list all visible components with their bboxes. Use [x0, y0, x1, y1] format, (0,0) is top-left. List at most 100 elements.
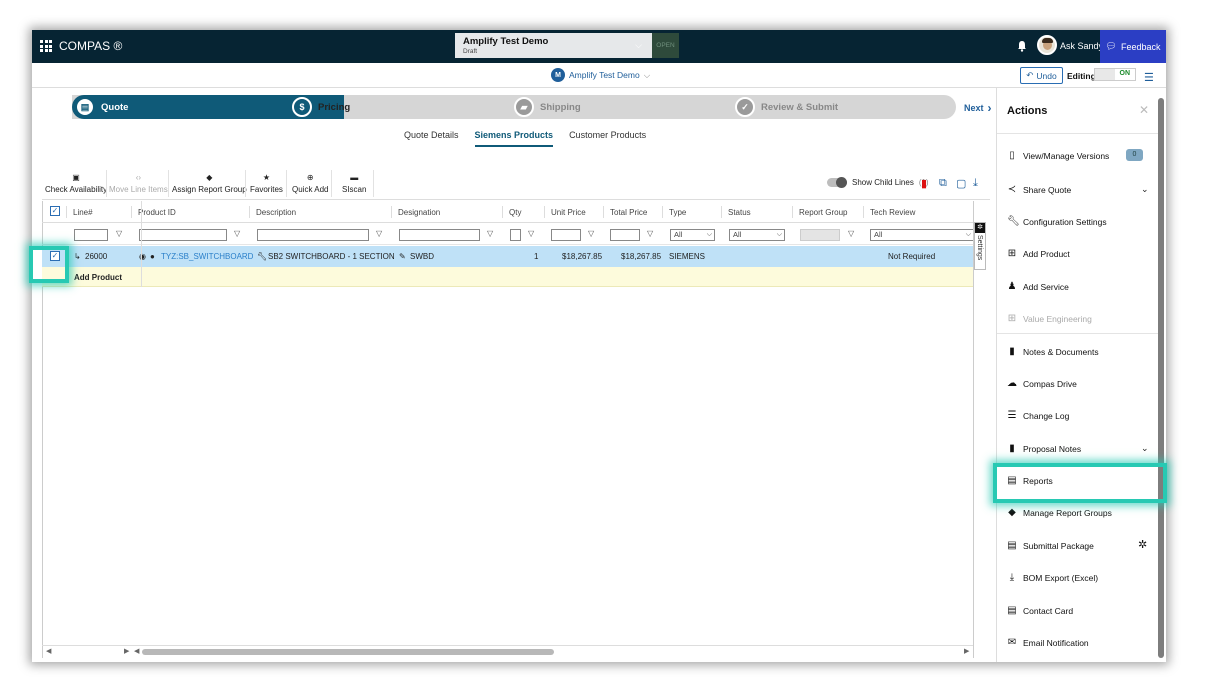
filter-icon[interactable]: ▽ [487, 229, 493, 238]
wrench-icon[interactable]: 🔧︎ [257, 252, 267, 261]
action-submittal-package[interactable]: ▤ Submittal Package [1007, 540, 1094, 551]
action-manage-report-groups[interactable]: ◆ Manage Report Groups [1007, 507, 1112, 518]
step-quote[interactable]: ▤ Quote [75, 97, 128, 117]
file-icon: ▮ [1009, 443, 1015, 454]
action-view-manage-versions[interactable]: ▯ View/Manage Versions [1007, 150, 1109, 161]
col-description[interactable]: Description [256, 208, 296, 217]
row-designation[interactable]: SWBD [410, 252, 434, 261]
horizontal-scrollbar[interactable]: ◀ ▶ ◀ ▶ [42, 645, 973, 657]
scroll-left-icon[interactable]: ◀ [46, 647, 51, 655]
project-selector[interactable]: Amplify Test Demo Draft ⌵ [455, 33, 652, 58]
trash-icon[interactable]: ▮ [921, 177, 927, 190]
settings-side-tab[interactable]: ✲ Settings [974, 222, 986, 270]
col-unit-price[interactable]: Unit Price [551, 208, 586, 217]
tab-siemens-products[interactable]: Siemens Products [474, 130, 554, 147]
designation-filter-input[interactable] [399, 229, 480, 241]
filter-icon[interactable]: ▽ [848, 229, 854, 238]
col-total-price[interactable]: Total Price [610, 208, 647, 217]
action-label: View/Manage Versions [1023, 150, 1110, 161]
gear-icon[interactable]: ✲ [1138, 538, 1147, 551]
filter-icon[interactable]: ▽ [116, 229, 122, 238]
vertical-scrollbar[interactable] [1158, 98, 1164, 658]
col-product-id[interactable]: Product ID [138, 208, 176, 217]
favorites-button[interactable]: ★ Favorites [250, 173, 283, 194]
breadcrumb[interactable]: M Amplify Test Demo ⌵ [551, 68, 650, 82]
action-change-log[interactable]: ☰ Change Log [1007, 410, 1070, 421]
action-value-engineering[interactable]: ⊞ Value Engineering [1007, 313, 1092, 324]
filter-icon[interactable]: ▽ [647, 229, 653, 238]
total-price-filter-input[interactable] [610, 229, 640, 241]
scroll-right-icon[interactable]: ▶ [124, 647, 129, 655]
col-designation[interactable]: Designation [398, 208, 440, 217]
next-button[interactable]: Next › [964, 101, 992, 115]
list-icon[interactable]: ☰ [1144, 71, 1154, 84]
step-review-submit[interactable]: ✓ Review & Submit [735, 97, 838, 117]
filter-icon[interactable]: ▽ [234, 229, 240, 238]
line-filter-input[interactable] [74, 229, 108, 241]
assign-report-group-button[interactable]: ◆ Assign Report Group [172, 173, 247, 194]
action-add-service[interactable]: ♟ Add Service [1007, 281, 1069, 292]
product-filter-input[interactable] [139, 229, 227, 241]
bell-icon[interactable] [1017, 40, 1027, 52]
filter-icon[interactable]: ▽ [588, 229, 594, 238]
action-share-quote[interactable]: ≺ Share Quote [1007, 184, 1071, 195]
scroll-left-icon[interactable]: ◀ [134, 647, 139, 655]
show-child-toggle[interactable] [827, 177, 847, 188]
status-filter-select[interactable]: All ⌵ [729, 229, 785, 241]
select-all-checkbox[interactable]: ✓ [50, 206, 60, 216]
scroll-right-icon[interactable]: ▶ [964, 647, 969, 655]
action-add-product[interactable]: ⊞ Add Product [1007, 248, 1070, 259]
action-compas-drive[interactable]: ☁ Compas Drive [1007, 378, 1077, 389]
action-contact-card[interactable]: ▤ Contact Card [1007, 605, 1073, 616]
clipboard-icon[interactable]: ▢ [956, 177, 966, 190]
step-pricing[interactable]: $ Pricing [292, 97, 350, 117]
qty-filter-input[interactable] [510, 229, 521, 241]
tab-customer-products[interactable]: Customer Products [569, 130, 646, 147]
editing-toggle[interactable]: ON [1094, 68, 1136, 81]
chevron-down-icon[interactable]: ⌄ [1141, 443, 1149, 454]
check-availability-button[interactable]: ▣ Check Availability [45, 173, 107, 194]
action-email-notification[interactable]: ✉ Email Notification [1007, 637, 1089, 648]
col-status[interactable]: Status [728, 208, 751, 217]
ask-sandy-link[interactable]: Ask Sandy [1060, 41, 1103, 51]
report-group-filter-input[interactable] [800, 229, 840, 241]
chevron-down-icon[interactable]: ⌄ [1141, 184, 1149, 195]
tech-review-filter-select[interactable]: All ⌵ [870, 229, 974, 241]
siscan-button[interactable]: ▬ SIscan [342, 173, 366, 194]
action-proposal-notes[interactable]: ▮ Proposal Notes [1007, 443, 1081, 454]
col-qty[interactable]: Qty [509, 208, 521, 217]
scrollbar-thumb[interactable] [142, 649, 554, 655]
show-child-lines[interactable]: Show Child Lines (1) [827, 177, 929, 188]
copy-icon[interactable]: ⧉ [939, 177, 947, 190]
filter-icon[interactable]: ▽ [376, 229, 382, 238]
info-icon[interactable]: ● [150, 252, 155, 261]
download-icon[interactable]: ⤓ [973, 177, 978, 190]
step-shipping[interactable]: ▰ Shipping [514, 97, 581, 117]
app-logo[interactable]: COMPAS ® [40, 39, 122, 53]
move-line-items-button[interactable]: ‹› Move Line Items [109, 173, 168, 194]
unit-price-filter-input[interactable] [551, 229, 581, 241]
feedback-button[interactable]: 💬︎ Feedback [1100, 30, 1166, 63]
add-product-link[interactable]: Add Product [74, 273, 122, 282]
row-product-link[interactable]: TYZ:SB_SWITCHBOARD [161, 252, 253, 261]
action-configuration-settings[interactable]: 🔧︎ Configuration Settings [1007, 216, 1107, 227]
apps-grid-icon[interactable] [40, 40, 52, 52]
description-filter-input[interactable] [257, 229, 369, 241]
col-type[interactable]: Type [669, 208, 686, 217]
action-bom-export[interactable]: ⤓ BOM Export (Excel) [1007, 572, 1098, 583]
next-label: Next [964, 103, 984, 113]
pencil-icon[interactable]: ✎ [399, 252, 406, 261]
table-row[interactable]: ✓ ↳ 26000 ◉ ● TYZ:SB_SWITCHBOARD 🔧︎ SB2 … [42, 246, 973, 267]
close-icon[interactable]: ✕ [1139, 103, 1149, 117]
type-filter-select[interactable]: All ⌵ [670, 229, 715, 241]
chevron-down-icon[interactable]: ⌵ [635, 40, 642, 51]
undo-button[interactable]: ↶ Undo [1020, 67, 1063, 84]
avatar[interactable] [1037, 35, 1057, 55]
filter-icon[interactable]: ▽ [528, 229, 534, 238]
col-line[interactable]: Line# [73, 208, 93, 217]
col-tech-review[interactable]: Tech Review [870, 208, 915, 217]
col-report-group[interactable]: Report Group [799, 208, 847, 217]
quick-add-button[interactable]: ⊕ Quick Add [292, 173, 328, 194]
tab-quote-details[interactable]: Quote Details [404, 130, 459, 147]
action-notes-documents[interactable]: ▮ Notes & Documents [1007, 346, 1098, 357]
